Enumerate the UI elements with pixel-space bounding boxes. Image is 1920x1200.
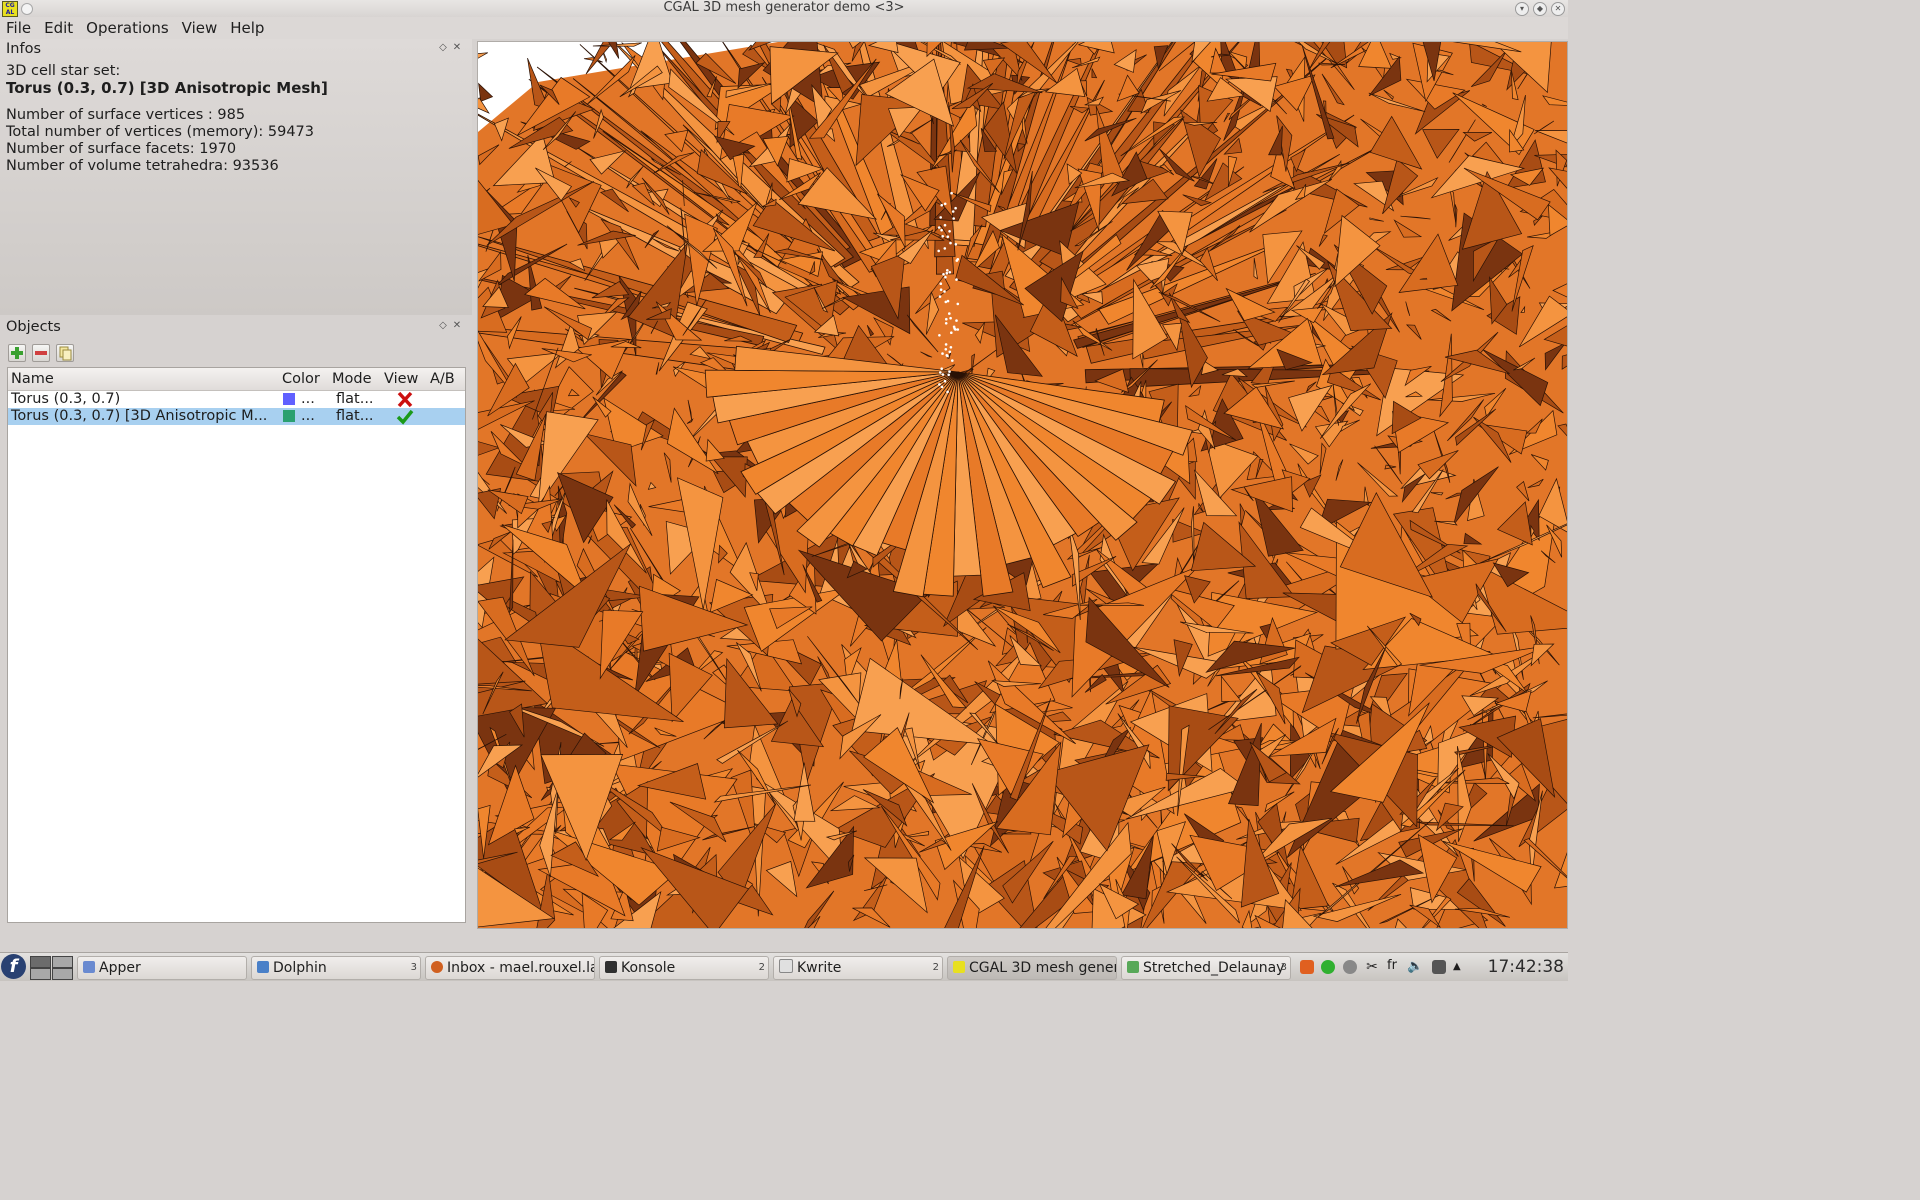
clipboard-scissors-icon[interactable]: ✂ (1365, 957, 1379, 975)
anisotropic-mesh-render (478, 42, 1567, 928)
keyboard-layout-indicator[interactable]: fr (1387, 956, 1401, 973)
info-surface-facets: Number of surface facets: 1970 (6, 141, 237, 157)
objects-table[interactable]: Name Color Mode View A/B Torus (0.3, 0.7… (7, 367, 466, 923)
updates-ok-icon[interactable] (1321, 960, 1335, 974)
stretched-delaunay-icon (1127, 961, 1139, 973)
desktop-pager-4[interactable] (52, 968, 73, 980)
apper-icon (83, 961, 95, 973)
close-icon[interactable]: ✕ (1551, 2, 1565, 16)
copy-icon (59, 346, 72, 361)
add-object-button[interactable] (8, 344, 26, 362)
task-konsole[interactable]: Konsole 2 (599, 956, 769, 980)
infos-heading: 3D cell star set: (6, 63, 121, 79)
column-color[interactable]: Color (282, 371, 320, 387)
info-volume-tetrahedra: Number of volume tetrahedra: 93536 (6, 158, 279, 174)
menu-edit[interactable]: Edit (38, 17, 80, 39)
konsole-icon (605, 961, 617, 973)
dolphin-icon (257, 961, 269, 973)
task-stretched-delaunay[interactable]: Stretched_Delaunay 3 (1121, 956, 1291, 980)
info-total-vertices: Total number of vertices (memory): 59473 (6, 124, 315, 140)
objects-dock-title: Objects (6, 319, 61, 335)
task-cgal-demo[interactable]: CGAL 3D mesh gener (947, 956, 1117, 980)
menu-operations[interactable]: Operations (80, 17, 175, 39)
info-surface-vertices: Number of surface vertices : 985 (6, 107, 246, 123)
close-dock-icon[interactable]: ✕ (450, 320, 464, 331)
minus-icon (35, 351, 47, 355)
network-icon[interactable] (1432, 960, 1446, 974)
infos-dock-title: Infos (6, 41, 41, 57)
object-name: Torus (0.3, 0.7) (11, 391, 121, 407)
plus-icon (11, 347, 23, 359)
volume-icon[interactable]: 🔈 (1407, 957, 1423, 974)
settings-gear-icon[interactable] (1343, 960, 1357, 974)
task-thunderbird[interactable]: Inbox - mael.rouxel.lab (425, 956, 595, 980)
infos-object-name: Torus (0.3, 0.7) [3D Anisotropic Mesh] (6, 79, 328, 97)
notification-icon[interactable] (1300, 960, 1314, 974)
remove-object-button[interactable] (32, 344, 50, 362)
object-mode[interactable]: flat... (336, 391, 374, 408)
float-dock-icon[interactable]: ◇ (436, 320, 450, 331)
window-title: CGAL 3D mesh generator demo <3> (663, 0, 905, 15)
menu-help[interactable]: Help (224, 17, 271, 39)
task-dolphin[interactable]: Dolphin 3 (251, 956, 421, 980)
column-view[interactable]: View (384, 371, 418, 387)
kwrite-icon (779, 959, 793, 973)
object-color-text: ... (301, 391, 315, 407)
desktop-pager-2[interactable] (52, 956, 73, 968)
menu-file[interactable]: File (0, 17, 38, 39)
menu-view[interactable]: View (176, 17, 225, 39)
tray-expand-icon[interactable]: ▲ (1453, 958, 1467, 972)
task-apper[interactable]: Apper (77, 956, 247, 980)
maximize-icon[interactable]: ◆ (1533, 2, 1547, 16)
duplicate-object-button[interactable] (56, 344, 74, 362)
desktop-pager-3[interactable] (30, 968, 51, 980)
minimize-icon[interactable]: ▾ (1515, 2, 1529, 16)
object-color-text: ... (301, 408, 315, 424)
table-row[interactable]: Torus (0.3, 0.7) [3D Anisotropic M... ..… (8, 408, 465, 425)
clock[interactable]: 17:42:38 (1488, 953, 1564, 981)
title-bar: CG AL CGAL 3D mesh generator demo <3> ▾ … (0, 0, 1568, 17)
3d-viewer[interactable] (477, 41, 1568, 929)
table-row[interactable]: Torus (0.3, 0.7) ... flat... (8, 391, 465, 408)
task-kwrite[interactable]: Kwrite 2 (773, 956, 943, 980)
visible-check-icon[interactable] (396, 408, 414, 430)
table-header: Name Color Mode View A/B (8, 368, 465, 391)
float-dock-icon[interactable]: ◇ (436, 42, 450, 53)
fedora-launcher-icon[interactable]: f (1, 954, 26, 979)
objects-dock: Objects ◇ ✕ Name Color Mode View A/B Toru… (0, 316, 472, 930)
object-mode[interactable]: flat... (336, 408, 374, 425)
color-swatch[interactable] (283, 410, 295, 422)
thunderbird-icon (431, 961, 443, 973)
cgal-icon (953, 961, 965, 973)
color-swatch[interactable] (283, 393, 295, 405)
column-mode[interactable]: Mode (332, 371, 372, 387)
infos-dock: Infos ◇ ✕ 3D cell star set: Torus (0.3, 0… (0, 39, 472, 315)
desktop-pager-1[interactable] (30, 956, 51, 968)
close-dock-icon[interactable]: ✕ (450, 42, 464, 53)
column-name[interactable]: Name (11, 371, 54, 387)
menu-bar: File Edit Operations View Help (0, 17, 1568, 39)
column-ab[interactable]: A/B (430, 371, 455, 387)
object-name: Torus (0.3, 0.7) [3D Anisotropic M... (11, 408, 268, 424)
taskbar: f Apper Dolphin 3 Inbox - mael.rouxel.lab… (0, 952, 1568, 981)
